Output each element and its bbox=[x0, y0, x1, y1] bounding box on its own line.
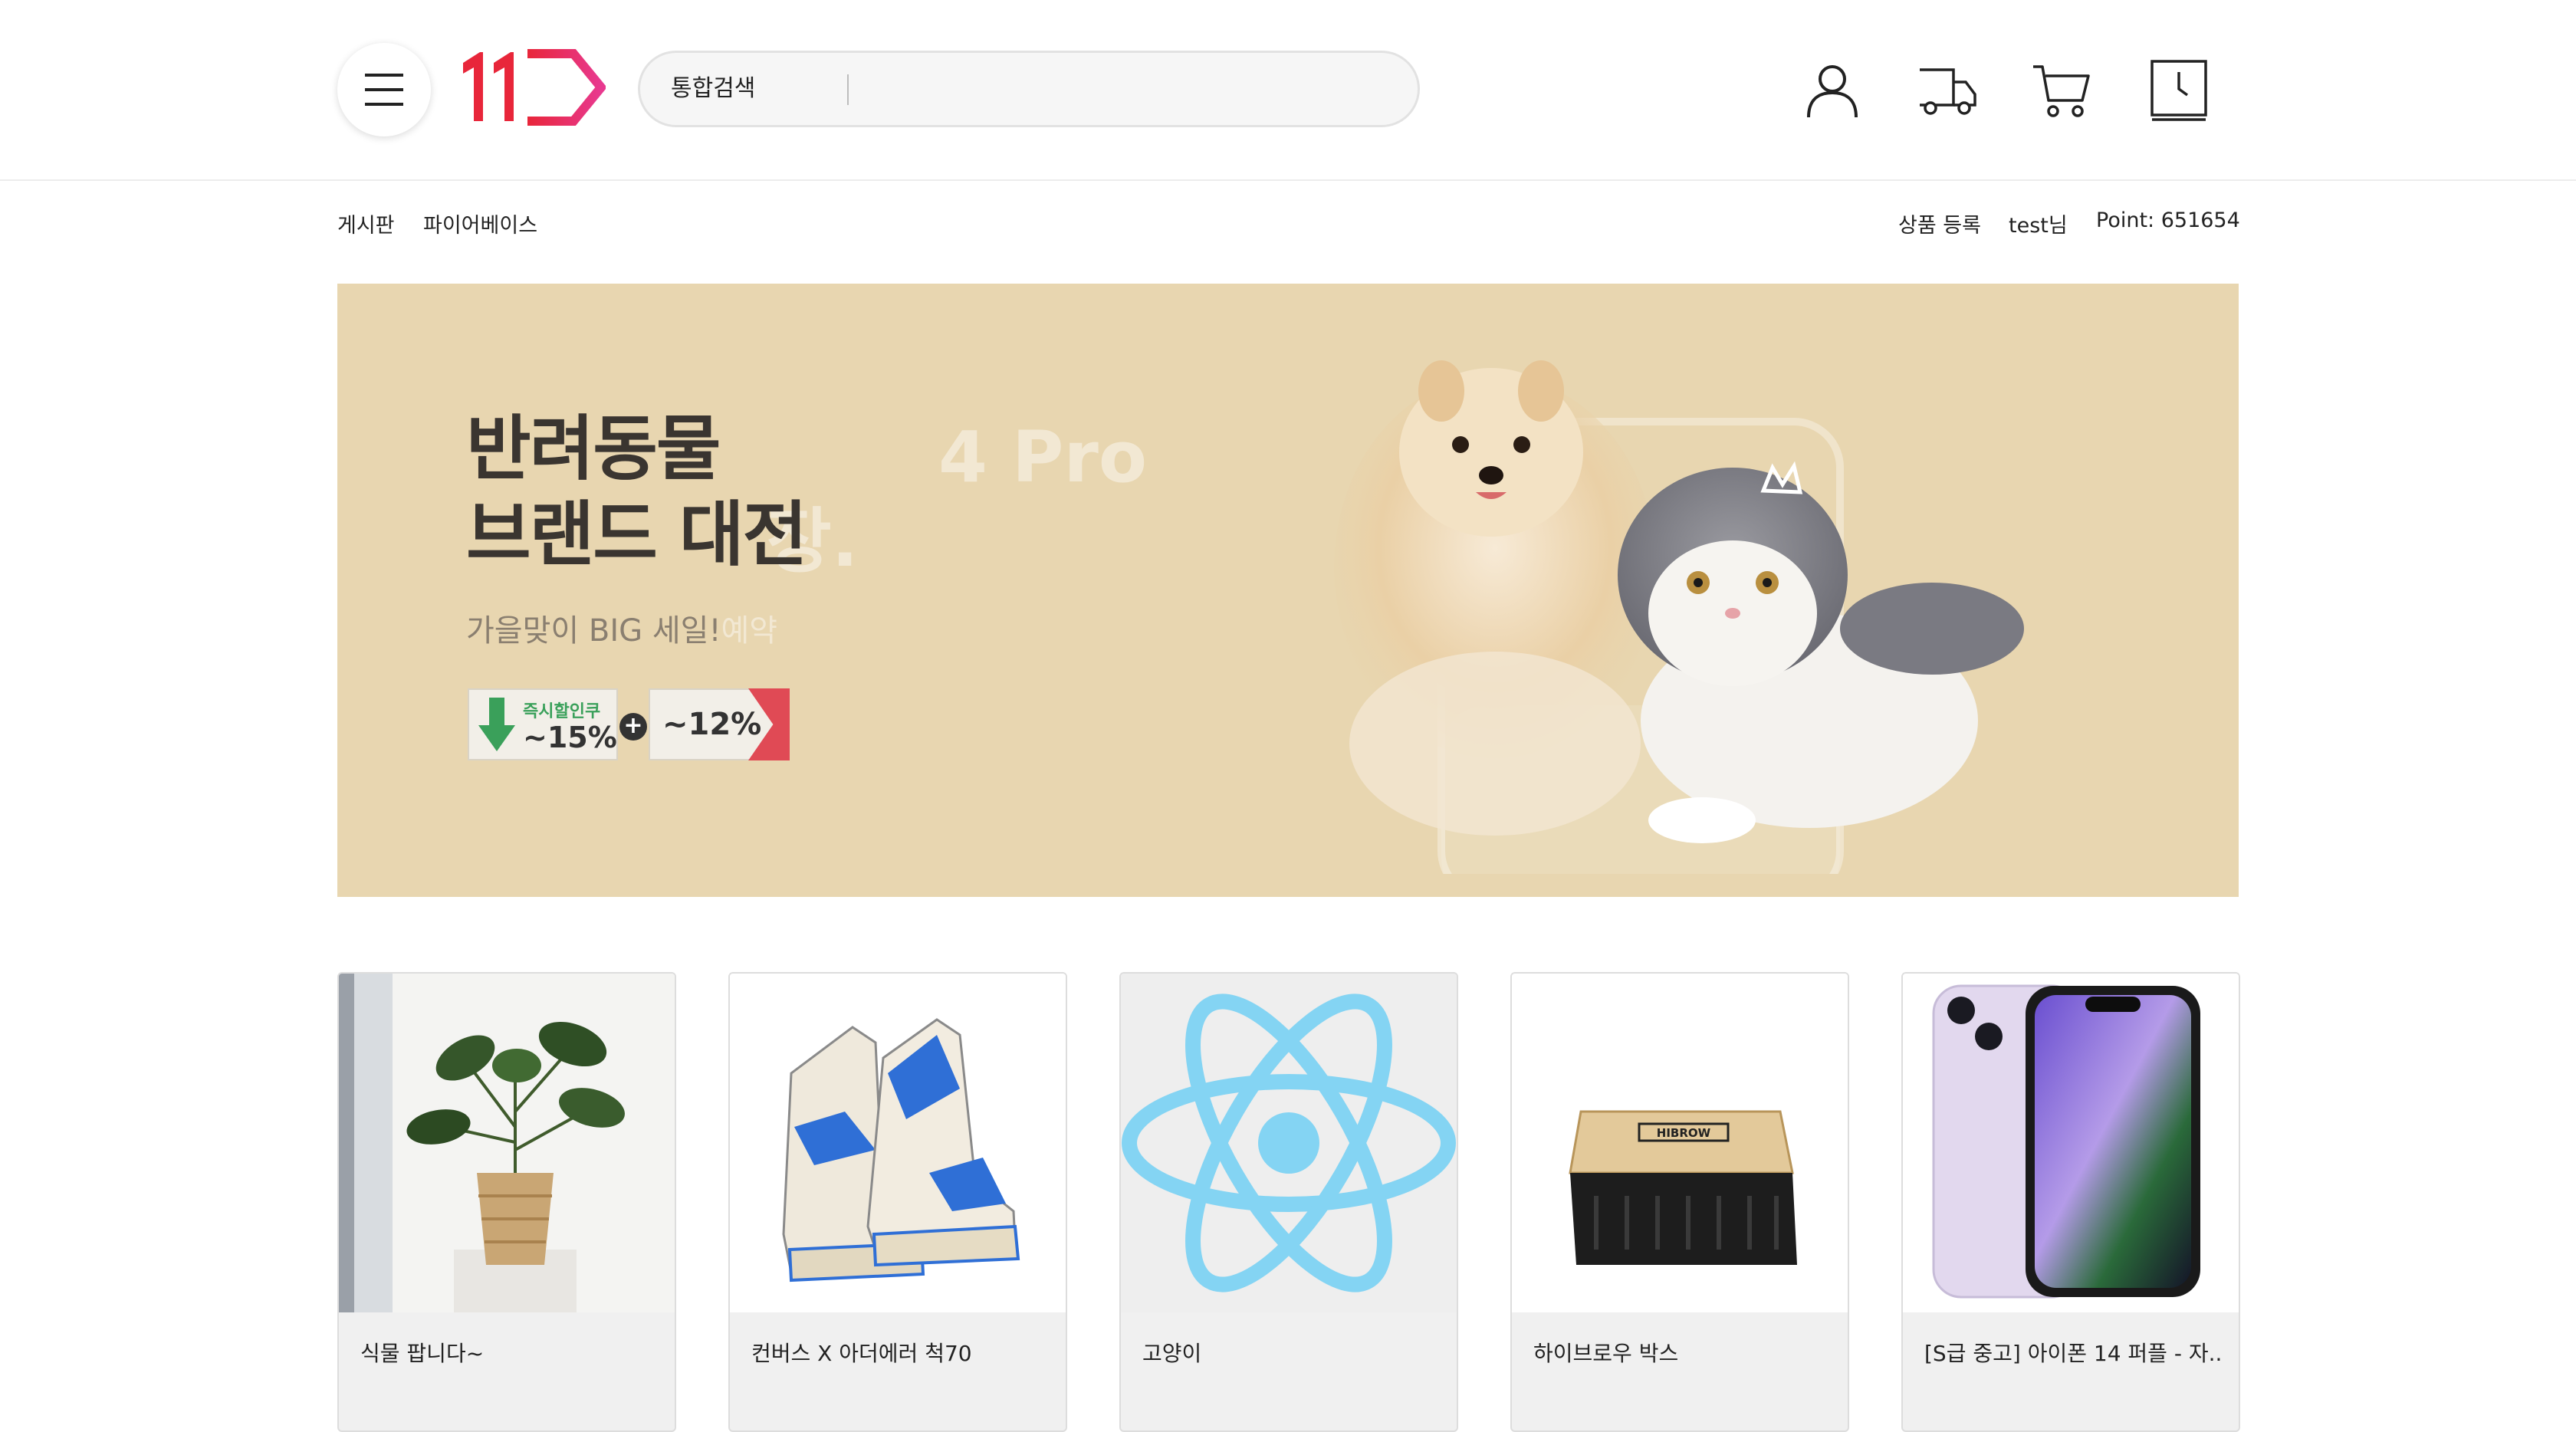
register-product-link[interactable]: 상품 등록 bbox=[1898, 209, 1981, 238]
hamburger-menu-button[interactable] bbox=[337, 43, 431, 136]
promo-banner[interactable]: 4 Pro 장. 반려동물 브랜드 대전 가을맞이 BIG 세일!예약 즉시할인… bbox=[337, 284, 2239, 897]
banner-title-line1: 반려동물 bbox=[466, 408, 721, 490]
recently-viewed-button[interactable] bbox=[2141, 52, 2217, 129]
user-name-link[interactable]: test님 bbox=[2009, 209, 2068, 238]
delivery-button[interactable] bbox=[1909, 52, 1986, 129]
cart-button[interactable] bbox=[2024, 52, 2101, 129]
plant-image bbox=[339, 974, 675, 1312]
banner-ghost-text-1: 4 Pro bbox=[938, 416, 1148, 498]
truck-icon bbox=[1920, 68, 1976, 115]
product-card[interactable]: 고양이 bbox=[1119, 972, 1458, 1432]
pets-image bbox=[1334, 360, 2024, 874]
search-bar[interactable]: 통합검색 bbox=[638, 51, 1420, 127]
product-name: 식물 팝니다~ bbox=[360, 1341, 485, 1366]
menu-icon bbox=[365, 74, 403, 106]
react-logo-image bbox=[1121, 974, 1457, 1312]
banner-title: 반려동물 브랜드 대전 bbox=[466, 406, 807, 578]
coupon-label: 즉시할인쿠 bbox=[523, 702, 601, 721]
product-image bbox=[1121, 974, 1457, 1312]
banner-title-line2: 브랜드 대전 bbox=[466, 494, 807, 576]
user-icon bbox=[1807, 65, 1858, 118]
user-point: Point: 651654 bbox=[2096, 209, 2240, 232]
box-label-text: HIBROW bbox=[1657, 1126, 1711, 1140]
sub-navigation: 게시판 파이어베이스 상품 등록 test님 Point: 651654 bbox=[0, 182, 2576, 259]
extra-discount-coupon: ~12% bbox=[649, 688, 790, 760]
search-label: 통합검색 bbox=[671, 75, 756, 102]
product-image bbox=[1903, 974, 2239, 1312]
nav-firebase-link[interactable]: 파이어베이스 bbox=[423, 209, 537, 238]
coupon-value-1: ~15% bbox=[523, 721, 617, 754]
iphone-image bbox=[1903, 974, 2239, 1312]
product-name: 고양이 bbox=[1142, 1341, 1202, 1366]
product-name: [S급 중고] 아이폰 14 퍼플 - 자... bbox=[1924, 1341, 2223, 1366]
down-arrow-icon bbox=[478, 698, 515, 751]
banner-subtitle-text: 가을맞이 BIG 세일! bbox=[466, 613, 721, 649]
product-name: 컨버스 X 아더에러 척70 bbox=[751, 1341, 972, 1366]
product-card[interactable]: 컨버스 X 아더에러 척70 bbox=[728, 972, 1067, 1432]
my-page-button[interactable] bbox=[1794, 52, 1871, 129]
product-card[interactable]: 식물 팝니다~ bbox=[337, 972, 676, 1432]
top-header: 통합검색 bbox=[0, 0, 2576, 181]
product-image: HIBROW bbox=[1512, 974, 1848, 1312]
product-image bbox=[339, 974, 675, 1312]
instant-discount-coupon: 즉시할인쿠 ~15% bbox=[468, 688, 618, 760]
product-card[interactable]: HIBROW 하이브로우 박스 bbox=[1510, 972, 1849, 1432]
cart-icon bbox=[2033, 65, 2090, 117]
banner-subtitle-ghost: 예약 bbox=[721, 613, 778, 649]
coupon-value-2: ~12% bbox=[662, 707, 762, 742]
site-logo[interactable] bbox=[458, 48, 606, 129]
banner-subtitle: 가을맞이 BIG 세일!예약 bbox=[466, 606, 777, 650]
search-divider bbox=[847, 74, 849, 105]
search-input[interactable] bbox=[859, 65, 1381, 113]
product-image bbox=[730, 974, 1066, 1312]
nav-board-link[interactable]: 게시판 bbox=[337, 209, 395, 238]
product-name: 하이브로우 박스 bbox=[1533, 1341, 1679, 1366]
recent-clock-icon bbox=[2150, 60, 2207, 121]
product-card[interactable]: [S급 중고] 아이폰 14 퍼플 - 자... bbox=[1901, 972, 2240, 1432]
crate-box-image: HIBROW bbox=[1512, 974, 1848, 1312]
sneakers-image bbox=[730, 974, 1066, 1312]
plus-icon: + bbox=[619, 713, 647, 741]
